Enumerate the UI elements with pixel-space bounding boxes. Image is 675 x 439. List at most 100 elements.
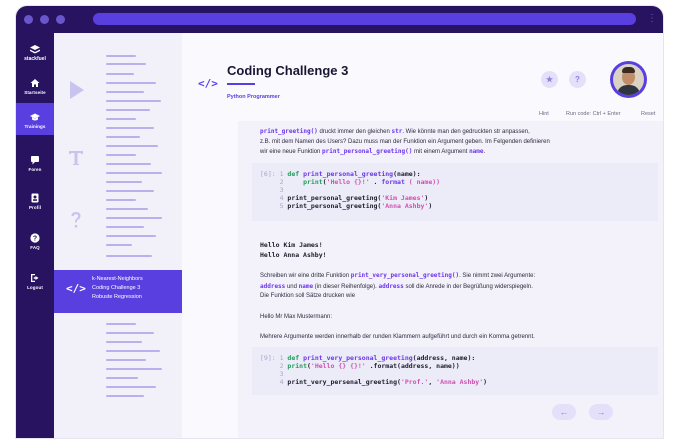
code-cell-1[interactable]: [6]: 1 def print_personal_greeting(name)… [252, 163, 658, 221]
code-line: 2 print('Hello {}!' . format ( name)) [279, 178, 441, 186]
code-cell-2[interactable]: [9]: 1 def print_very_personal_greeting(… [252, 347, 658, 395]
question-icon: ? [575, 75, 580, 84]
browser-top-bar: ⋮ [16, 6, 663, 33]
run-code-button[interactable]: Run code: Ctrl + Enter [566, 111, 621, 117]
example-paragraph: Hello Mr Max Mustermann: [260, 314, 333, 320]
outline-item[interactable] [106, 341, 142, 343]
help-icon: ? [30, 233, 40, 243]
code-line: 3 [279, 186, 284, 194]
hint-button[interactable]: Hint [539, 111, 549, 117]
code-line: [9]: 1 def print_very_personal_greeting(… [260, 354, 476, 362]
outline-item[interactable] [106, 368, 162, 370]
task-paragraph: Schreiben wir eine dritte Funktion print… [260, 272, 536, 299]
nav-item-faq[interactable]: ? FAQ [16, 233, 54, 257]
outline-item[interactable] [106, 226, 144, 228]
code-line: 5 print_personal_greeting('Anna Ashby') [279, 202, 433, 210]
forum-icon [31, 156, 39, 165]
code-line: [6]: 1 def print_personal_greeting(name)… [260, 170, 421, 178]
intro-paragraph: print_greeting() druckt immer den gleich… [260, 128, 550, 155]
graduation-cap-icon [30, 113, 40, 121]
window-dot-icon[interactable] [56, 15, 65, 24]
outline-item[interactable] [106, 255, 152, 257]
outline-item[interactable] [106, 136, 140, 138]
outline-item[interactable] [106, 154, 136, 156]
outline-item[interactable] [106, 163, 151, 165]
code-line: 4 print_personal_greeting('Kim James') [279, 194, 429, 202]
outline-item[interactable] [106, 172, 162, 174]
brand-logo[interactable]: stackfuel [16, 45, 54, 62]
outline-item[interactable] [106, 127, 154, 129]
outline-item[interactable] [106, 199, 136, 201]
main-navigation: stackfuel Startseite Trainings Foren Pro… [16, 33, 54, 438]
nav-label: Logout [27, 285, 43, 290]
outline-item[interactable] [106, 350, 160, 352]
kebab-menu-icon[interactable]: ⋮ [647, 13, 657, 25]
nav-label: FAQ [30, 245, 40, 250]
nav-item-foren[interactable]: Foren [16, 155, 54, 179]
window-dot-icon[interactable] [40, 15, 49, 24]
main-content: </> Coding Challenge 3 Python Programmer… [182, 33, 663, 438]
outline-item[interactable] [106, 208, 148, 210]
outline-item[interactable] [106, 100, 161, 102]
outline-item[interactable] [106, 332, 154, 334]
code-line: 3 [279, 370, 284, 378]
outline-item[interactable] [106, 181, 142, 183]
quiz-icon [71, 212, 81, 228]
outline-item[interactable] [106, 217, 162, 219]
outline-item[interactable] [106, 55, 136, 57]
window-dot-icon[interactable] [24, 15, 33, 24]
next-button[interactable]: → [589, 404, 613, 420]
favorite-button[interactable]: ★ [541, 71, 558, 88]
cell-1-output: Hello Kim James! Hello Anna Ashby! [260, 241, 327, 259]
video-play-icon [70, 81, 84, 99]
outline-item[interactable] [106, 395, 144, 397]
outline-item[interactable] [106, 190, 154, 192]
reset-button[interactable]: Reset [641, 111, 655, 117]
brand-name: stackfuel [24, 56, 46, 62]
outline-item[interactable] [106, 73, 134, 75]
outline-item[interactable] [106, 118, 136, 120]
nav-item-trainings[interactable]: Trainings [16, 103, 54, 135]
stack-logo-icon [30, 45, 40, 54]
outline-item[interactable] [106, 109, 150, 111]
previous-button[interactable]: ← [552, 404, 576, 420]
outline-item[interactable] [106, 386, 156, 388]
nav-label: Trainings [24, 124, 46, 129]
nav-item-profil[interactable]: Profil [16, 193, 54, 217]
outline-item-label: Coding Challenge 3 [92, 285, 141, 291]
avatar[interactable] [610, 61, 647, 98]
outline-item[interactable] [106, 359, 146, 361]
notebook-content: print_greeting() druckt immer den gleich… [238, 121, 663, 438]
code-line: 2 print('Hello {} {}!' .format(address, … [279, 362, 460, 370]
star-icon: ★ [545, 75, 554, 84]
outline-item[interactable] [106, 82, 156, 84]
code-icon: </> [66, 282, 86, 295]
outline-item[interactable] [106, 91, 144, 93]
outline-active-item[interactable]: </> k-Nearest-Neighbors Coding Challenge… [54, 270, 182, 313]
outline-item[interactable] [106, 145, 158, 147]
outline-item[interactable] [106, 377, 138, 379]
arrow-right-icon: → [596, 407, 606, 417]
course-outline: </> k-Nearest-Neighbors Coding Challenge… [54, 33, 182, 438]
help-button[interactable]: ? [569, 71, 586, 88]
explanation-paragraph: Mehrere Argumente werden innerhalb der r… [260, 334, 535, 340]
arrow-left-icon: ← [559, 407, 569, 417]
profile-icon [31, 193, 39, 203]
nav-label: Profil [28, 205, 42, 210]
outline-item[interactable] [106, 235, 156, 237]
nav-item-logout[interactable]: Logout [16, 273, 54, 297]
avatar-photo [613, 64, 644, 95]
text-lesson-icon [69, 151, 83, 165]
address-bar[interactable] [93, 13, 636, 25]
title-underline [227, 83, 255, 85]
outline-item[interactable] [106, 63, 146, 65]
outline-item[interactable] [106, 244, 132, 246]
outline-item[interactable] [106, 323, 136, 325]
logout-icon [31, 274, 39, 282]
nav-item-startseite[interactable]: Startseite [16, 75, 54, 99]
nav-label: Startseite [24, 90, 46, 95]
nav-label: Foren [28, 167, 42, 172]
page-subtitle: Python Programmer [227, 94, 280, 100]
page-title: Coding Challenge 3 [227, 63, 349, 78]
home-icon [30, 79, 40, 87]
